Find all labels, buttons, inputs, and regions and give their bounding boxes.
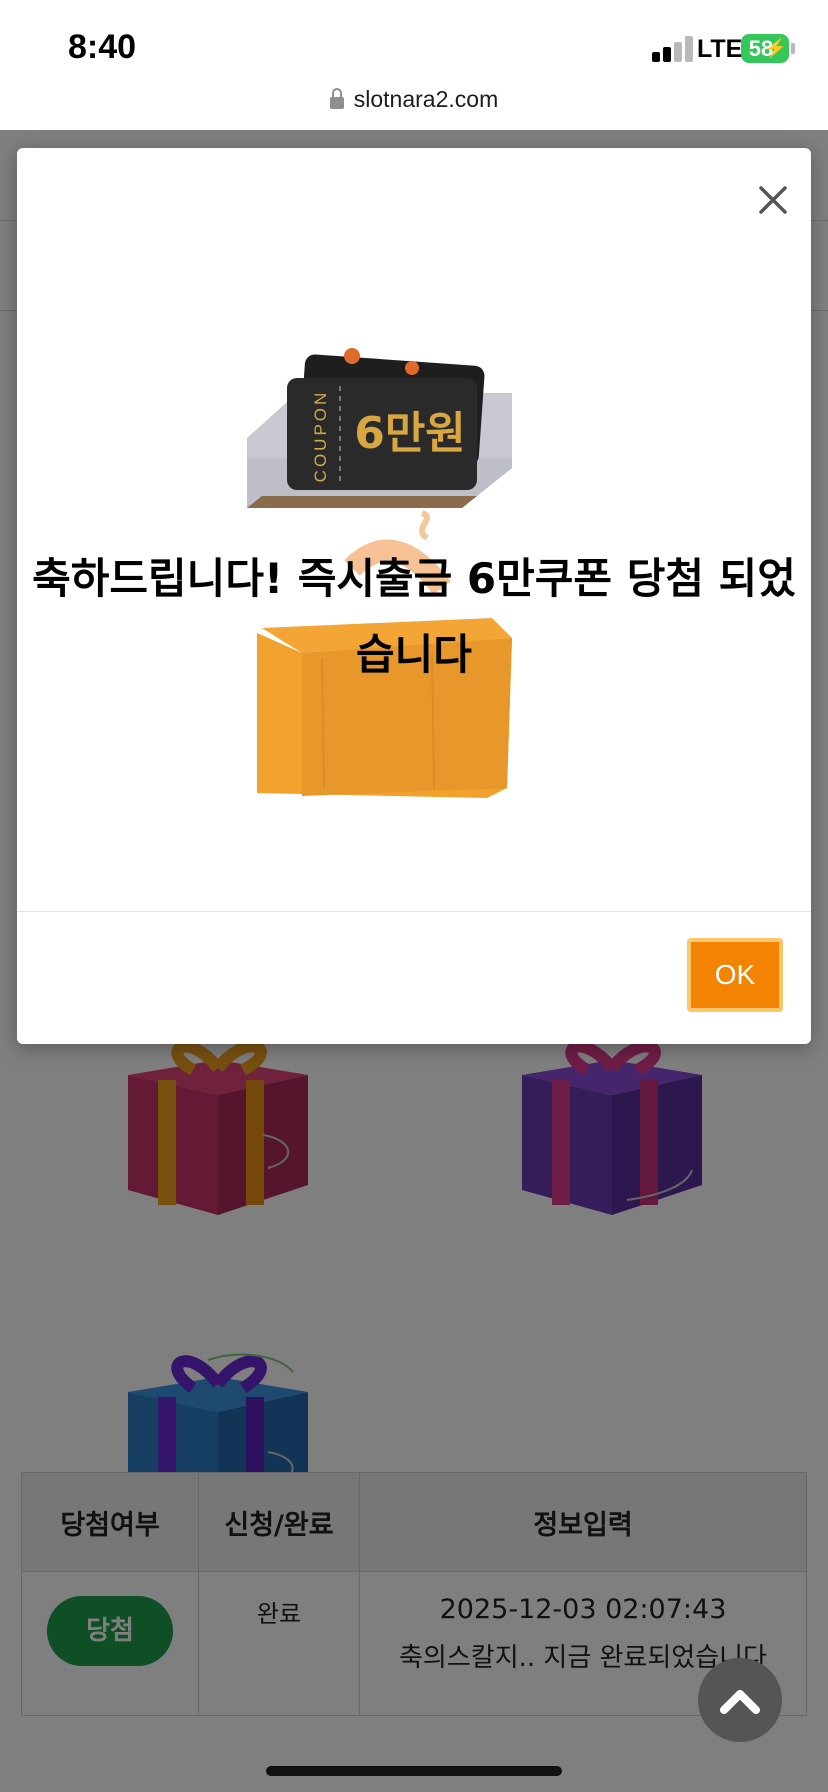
close-icon[interactable] <box>747 174 799 226</box>
lock-icon <box>329 87 344 109</box>
battery-icon: 58 ⚡ <box>741 34 789 63</box>
battery-cap <box>791 43 795 54</box>
home-indicator <box>266 1766 562 1776</box>
address-bar[interactable]: slotnara2.com <box>0 80 828 130</box>
url-text: slotnara2.com <box>353 86 499 112</box>
modal-title: 축하드립니다! 즉시출금 6만쿠폰 당첨 되었습니다 <box>32 554 796 679</box>
ok-button[interactable]: OK <box>687 938 783 1012</box>
chevron-up-icon <box>720 1690 760 1714</box>
modal-divider <box>17 911 811 912</box>
coupon-amount: 6만원 <box>354 408 466 459</box>
coupon-label: COUPON <box>311 390 330 483</box>
scroll-to-top-button[interactable] <box>698 1658 782 1742</box>
charging-bolt-icon: ⚡ <box>764 38 787 58</box>
network-type: LTE <box>697 35 743 63</box>
prize-modal: COUPON 6만원 축하드립니다! 즉시출금 6만쿠폰 당첨 되었습니다 OK <box>17 148 811 1044</box>
cellular-signal-icon <box>652 36 694 62</box>
clock: 8:40 <box>68 28 137 66</box>
